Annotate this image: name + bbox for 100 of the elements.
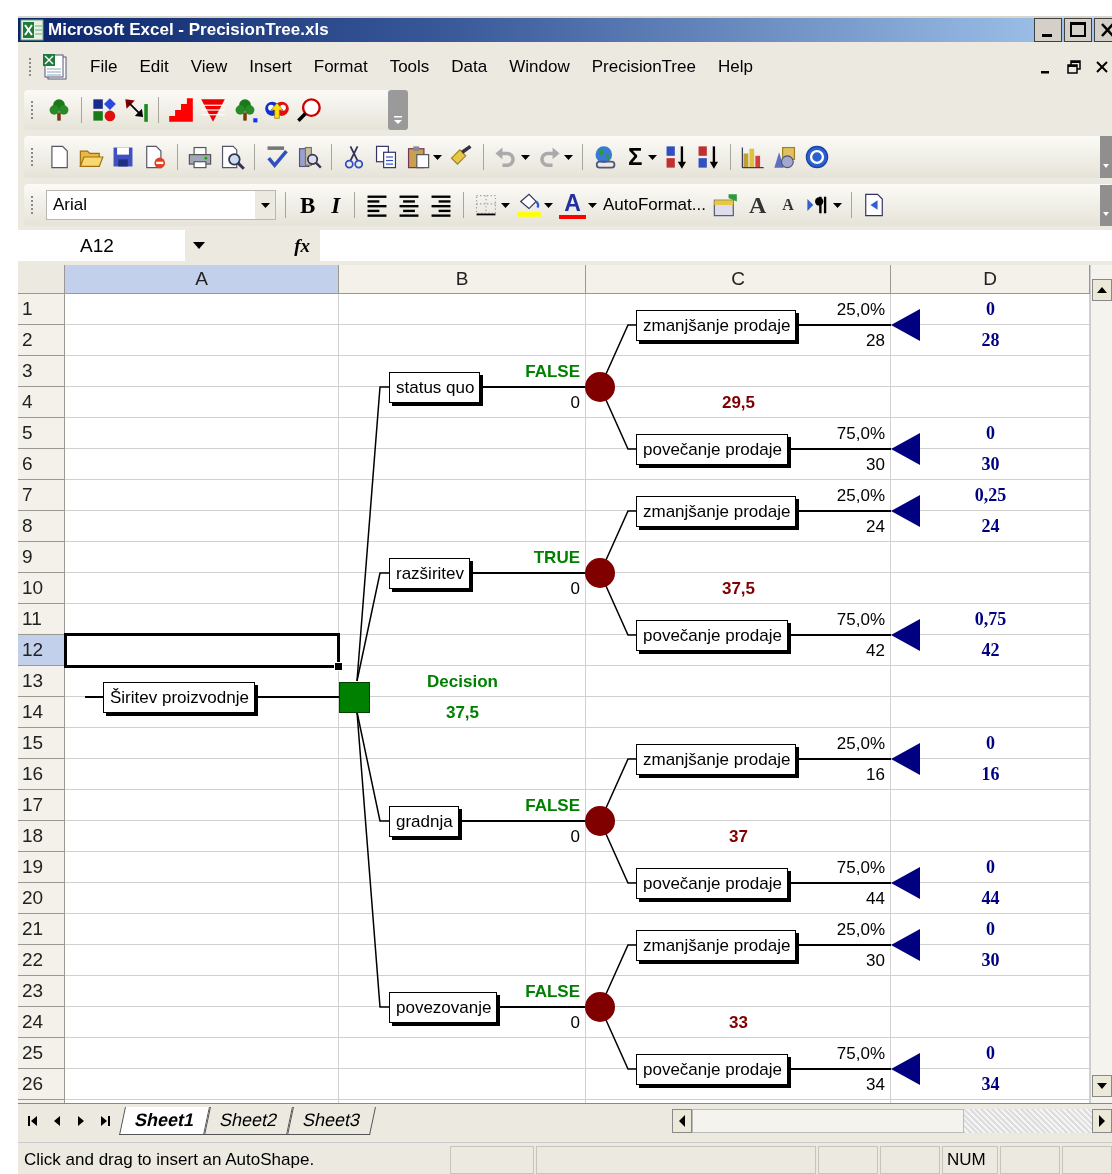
decision-node[interactable] [339, 681, 370, 713]
scroll-down-icon[interactable] [1091, 1075, 1112, 1097]
branch-label[interactable]: razširitev [389, 557, 470, 589]
outcome-label[interactable]: povečanje prodaje [636, 1053, 788, 1085]
column-header[interactable]: B [339, 265, 586, 294]
grow-font-button[interactable]: A [743, 193, 772, 217]
outcome-label[interactable]: povečanje prodaje [636, 619, 788, 651]
dropdown-icon[interactable] [193, 242, 205, 249]
workbook-icon[interactable] [40, 52, 70, 82]
funnel-icon[interactable] [200, 97, 226, 123]
outcome-label[interactable]: povečanje prodaje [636, 867, 788, 899]
sheet-tab[interactable]: Sheet1 [119, 1107, 210, 1135]
root-node-label[interactable]: Širitev proizvodnje [103, 681, 255, 713]
caret-icon[interactable] [564, 154, 573, 160]
caret-icon[interactable] [832, 202, 842, 208]
table-format-icon[interactable] [711, 192, 738, 218]
row-header[interactable]: 5 [18, 418, 65, 449]
row-header[interactable]: 9 [18, 542, 65, 573]
fill-color-icon[interactable] [516, 192, 543, 218]
font-field[interactable]: Arial [46, 190, 276, 220]
toolbar-grip[interactable] [30, 146, 36, 168]
menu-item[interactable]: Insert [239, 57, 302, 77]
end-node[interactable] [891, 1053, 920, 1085]
row-header[interactable]: 22 [18, 945, 65, 976]
italic-button[interactable]: I [326, 193, 346, 217]
row-header[interactable]: 21 [18, 914, 65, 945]
shapes-icon[interactable] [91, 97, 117, 123]
scroll-left-icon[interactable] [672, 1109, 692, 1133]
end-node[interactable] [891, 495, 920, 527]
row-header[interactable]: 18 [18, 821, 65, 852]
row-header[interactable]: 6 [18, 449, 65, 480]
row-header[interactable]: 15 [18, 728, 65, 759]
toolbar-options-icon[interactable] [388, 90, 408, 130]
restore-icon[interactable] [1066, 59, 1082, 75]
menu-item[interactable]: Data [441, 57, 498, 77]
row-header[interactable]: 26 [18, 1069, 65, 1100]
end-node[interactable] [891, 433, 920, 465]
row-header[interactable]: 23 [18, 976, 65, 1007]
research-icon[interactable] [296, 144, 322, 170]
last-sheet-icon[interactable] [98, 1114, 112, 1128]
menu-item[interactable]: Format [303, 57, 378, 77]
caret-icon[interactable] [501, 202, 511, 208]
print-icon[interactable] [187, 144, 213, 170]
branch-label[interactable]: status quo [389, 371, 481, 403]
toolbar-grip[interactable] [30, 194, 36, 216]
caret-icon[interactable] [521, 154, 530, 160]
row-header[interactable]: 4 [18, 387, 65, 418]
toolbar-options-icon[interactable] [1100, 184, 1112, 226]
maximize-icon[interactable] [1064, 18, 1092, 42]
menu-item[interactable]: Window [499, 57, 580, 77]
menu-item[interactable]: View [180, 57, 238, 77]
branch-label[interactable]: povezovanje [389, 991, 498, 1023]
dropdown-icon[interactable] [260, 202, 270, 208]
row-header[interactable]: 14 [18, 697, 65, 728]
scroll-right-icon[interactable] [1092, 1109, 1112, 1133]
outcome-label[interactable]: zmanjšanje prodaje [636, 929, 797, 961]
end-node[interactable] [891, 619, 920, 651]
first-sheet-icon[interactable] [26, 1114, 40, 1128]
toolbar-grip[interactable] [28, 56, 34, 78]
autoformat-button[interactable]: AutoFormat... [602, 195, 706, 215]
row-header[interactable]: 25 [18, 1038, 65, 1069]
caret-icon[interactable] [544, 202, 554, 208]
outcome-label[interactable]: zmanjšanje prodaje [636, 495, 797, 527]
row-header[interactable]: 20 [18, 883, 65, 914]
minimize-icon[interactable] [1034, 18, 1062, 42]
autosum-button[interactable]: Σ [624, 143, 647, 171]
row-header[interactable]: 2 [18, 325, 65, 356]
outcome-label[interactable]: zmanjšanje prodaje [636, 743, 797, 775]
column-header[interactable]: C [586, 265, 891, 294]
sheet-tab[interactable]: Sheet3 [287, 1107, 377, 1135]
arrow-icon[interactable] [123, 97, 149, 123]
toolbar-grip[interactable] [30, 99, 36, 121]
search-icon[interactable] [296, 97, 322, 123]
end-node[interactable] [891, 743, 920, 775]
end-node[interactable] [891, 867, 920, 899]
column-header[interactable]: A [65, 265, 339, 294]
print-preview-icon[interactable] [219, 144, 245, 170]
active-cell[interactable] [64, 633, 340, 668]
cell-grid[interactable] [65, 294, 1090, 1103]
menu-item[interactable]: File [80, 57, 128, 77]
menu-item[interactable]: Edit [129, 57, 179, 77]
row-header[interactable]: 11 [18, 604, 65, 635]
row-header[interactable]: 7 [18, 480, 65, 511]
caret-icon[interactable] [433, 154, 442, 160]
menu-item[interactable]: PrecisionTree [581, 57, 706, 77]
caret-icon[interactable] [648, 154, 658, 160]
shrink-font-button[interactable]: A [777, 197, 799, 213]
row-header[interactable]: 12 [18, 635, 65, 666]
font-color-button[interactable]: A [559, 191, 586, 219]
scroll-up-icon[interactable] [1091, 279, 1112, 301]
copy-icon[interactable] [373, 144, 399, 170]
bold-button[interactable]: B [295, 193, 321, 217]
help-icon[interactable] [804, 144, 831, 170]
outcome-label[interactable]: povečanje prodaje [636, 433, 788, 465]
row-header[interactable]: 17 [18, 790, 65, 821]
row-header[interactable]: 13 [18, 666, 65, 697]
row-header[interactable]: 16 [18, 759, 65, 790]
end-node[interactable] [891, 929, 920, 961]
insert-function-button[interactable]: fx [218, 230, 320, 261]
horizontal-scrollbar[interactable] [672, 1109, 1112, 1133]
